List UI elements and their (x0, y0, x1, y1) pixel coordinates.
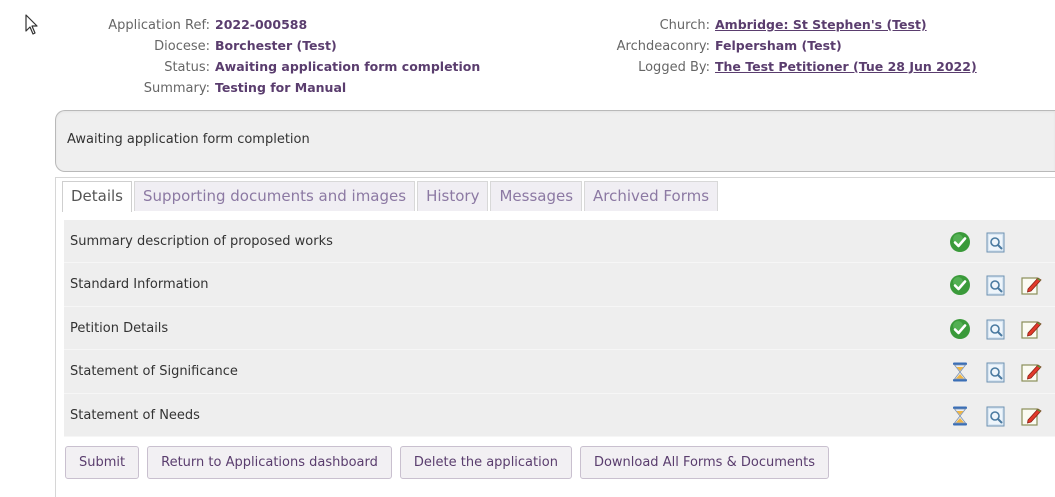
tab-supporting-documents[interactable]: Supporting documents and images (134, 181, 416, 211)
form-row-summary-description: Summary description of proposed works (64, 220, 1055, 264)
application-ref-row: Application Ref: 2022-000588 (60, 14, 480, 35)
tab-messages[interactable]: Messages (490, 181, 583, 211)
form-actions (946, 263, 1055, 306)
edit-form-icon[interactable] (1020, 274, 1042, 296)
application-summary: Application Ref: 2022-000588 Diocese: Borc… (0, 14, 1055, 106)
logged-by-label: Logged By: (638, 60, 710, 75)
logged-by-link[interactable]: The Test Petitioner (Tue 28 Jun 2022) (710, 56, 977, 77)
forms-table: Summary description of proposed works St… (64, 220, 1055, 437)
application-ref-value: 2022-000588 (215, 17, 308, 32)
tab-details[interactable]: Details (62, 181, 133, 212)
diocese-value: Borchester (Test) (215, 38, 337, 53)
download-all-button[interactable]: Download All Forms & Documents (579, 446, 829, 479)
hourglass-icon (953, 406, 967, 426)
form-actions (946, 350, 1055, 393)
view-form-icon[interactable] (985, 274, 1007, 296)
church-label: Church: (659, 18, 710, 33)
form-actions (946, 394, 1055, 437)
form-name: Statement of Needs (70, 407, 200, 423)
form-name: Statement of Significance (70, 364, 238, 380)
application-panel: Details Supporting documents and images … (55, 177, 1055, 497)
logged-by-row: Logged By: The Test Petitioner (Tue 28 Ju… (550, 56, 977, 77)
status-message-box: Awaiting application form completion (55, 110, 1055, 172)
edit-form-icon[interactable] (1020, 318, 1042, 340)
tab-history[interactable]: History (417, 181, 489, 211)
submit-button[interactable]: Submit (65, 446, 140, 479)
check-icon (950, 318, 970, 339)
check-icon (950, 232, 970, 252)
form-row-statement-of-significance: Statement of Significance (64, 350, 1055, 394)
application-ref-label: Application Ref: (108, 18, 210, 33)
tab-bar: Details Supporting documents and images … (62, 181, 720, 212)
form-row-standard-information: Standard Information (64, 263, 1055, 307)
form-row-statement-of-needs: Statement of Needs (64, 394, 1055, 437)
hourglass-icon (953, 362, 967, 382)
view-form-icon[interactable] (985, 231, 1007, 253)
form-name: Summary description of proposed works (70, 234, 333, 249)
return-to-dashboard-button[interactable]: Return to Applications dashboard (147, 446, 392, 479)
action-buttons: Submit Return to Applications dashboard … (65, 446, 837, 479)
archdeaconry-value: Felpersham (Test) (715, 38, 842, 53)
edit-form-icon[interactable] (1020, 405, 1042, 427)
form-actions (946, 307, 1055, 350)
view-form-icon[interactable] (985, 318, 1007, 340)
status-label: Status: (164, 60, 210, 75)
summary-row: Summary: Testing for Manual (60, 77, 480, 98)
archdeaconry-label: Archdeaconry: (616, 39, 710, 54)
view-form-icon[interactable] (985, 405, 1007, 427)
status-row: Status: Awaiting application form complet… (60, 56, 480, 77)
church-row: Church: Ambridge: St Stephen's (Test) (550, 14, 977, 35)
tab-archived-forms[interactable]: Archived Forms (584, 181, 719, 211)
summary-label: Summary: (143, 81, 210, 96)
diocese-row: Diocese: Borchester (Test) (60, 35, 480, 56)
summary-right-column: Church: Ambridge: St Stephen's (Test) Arc… (550, 14, 977, 77)
summary-value: Testing for Manual (215, 80, 347, 95)
form-name: Petition Details (70, 320, 169, 336)
form-actions (946, 220, 1055, 263)
diocese-label: Diocese: (154, 39, 210, 54)
delete-application-button[interactable]: Delete the application (399, 446, 572, 479)
church-link[interactable]: Ambridge: St Stephen's (Test) (710, 14, 927, 35)
form-row-petition-details: Petition Details (64, 307, 1055, 351)
view-form-icon[interactable] (985, 361, 1007, 383)
form-name: Standard Information (70, 277, 209, 293)
archdeaconry-row: Archdeaconry: Felpersham (Test) (550, 35, 977, 56)
check-icon (950, 275, 970, 296)
status-value: Awaiting application form completion (215, 59, 481, 74)
edit-form-icon[interactable] (1020, 361, 1042, 383)
summary-left-column: Application Ref: 2022-000588 Diocese: Borc… (60, 14, 480, 98)
